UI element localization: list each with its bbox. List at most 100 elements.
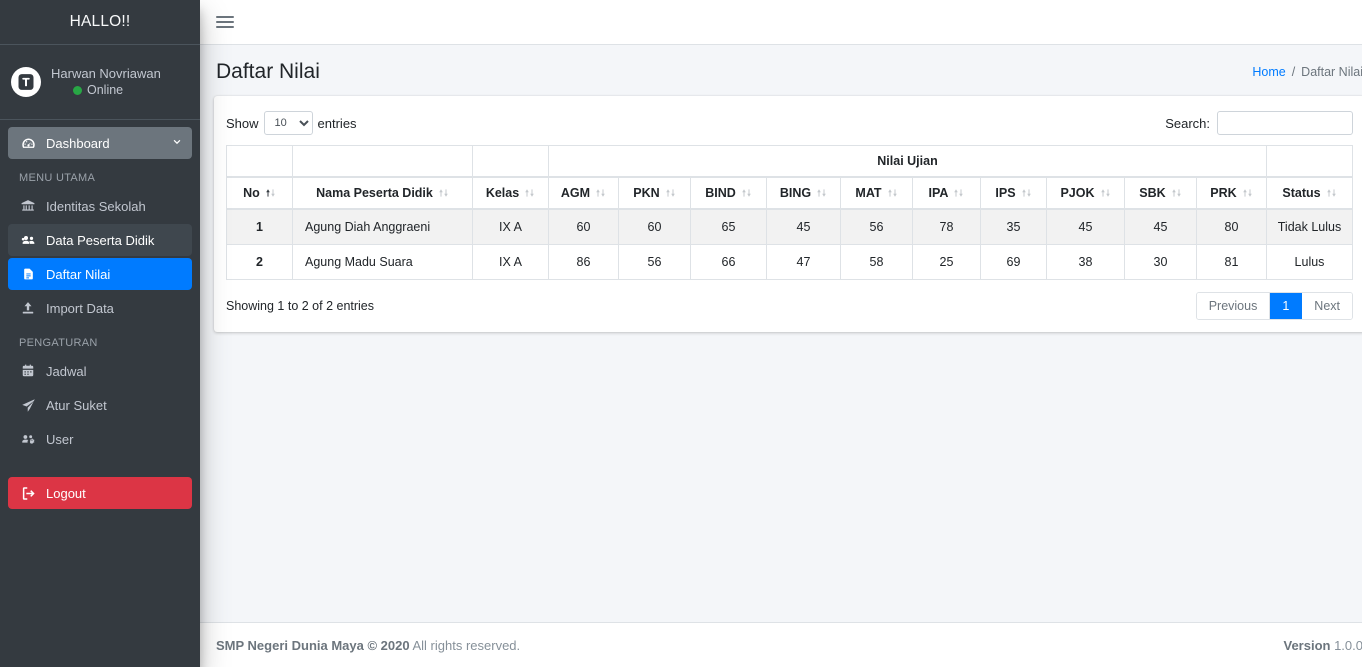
column-header-agm[interactable]: AGM — [549, 177, 619, 209]
sort-icon — [1242, 185, 1253, 199]
chevron-down-icon — [172, 137, 182, 150]
group-spacer-status — [1267, 146, 1353, 178]
page-title: Daftar Nilai — [216, 60, 320, 84]
cell-no: 1 — [227, 209, 293, 245]
sidebar-item-atur-suket[interactable]: Atur Suket — [8, 389, 192, 421]
top-navbar — [200, 0, 1362, 45]
cell-pjok: 45 — [1047, 209, 1125, 245]
logout-button[interactable]: Logout — [8, 477, 192, 509]
column-header-status[interactable]: Status — [1267, 177, 1353, 209]
column-header-label: IPA — [929, 186, 949, 200]
pagination-page-1[interactable]: 1 — [1270, 293, 1302, 319]
column-header-label: BIND — [705, 186, 736, 200]
datatable-card: Show 102550100 entries Search: — [214, 96, 1362, 332]
cell-agm: 86 — [549, 245, 619, 280]
search-input[interactable] — [1217, 111, 1353, 135]
logout-label: Logout — [46, 486, 86, 501]
sort-icon — [1100, 185, 1111, 199]
table-row[interactable]: 2Agung Madu SuaraIX A8656664758256938308… — [227, 245, 1353, 280]
sidebar-section-settings: PENGATURAN — [8, 326, 192, 355]
hamburger-icon[interactable] — [216, 13, 234, 31]
footer-copyright: SMP Negeri Dunia Maya © 2020 All rights … — [216, 638, 520, 653]
column-header-sbk[interactable]: SBK — [1125, 177, 1197, 209]
sign-out-icon — [18, 486, 38, 501]
table-body: 1Agung Diah AnggraeniIX A606065455678354… — [227, 209, 1353, 280]
datatable-info: Showing 1 to 2 of 2 entries — [226, 299, 374, 313]
sidebar-item-daftar-nilai[interactable]: Daftar Nilai — [8, 258, 192, 290]
column-header-ips[interactable]: IPS — [981, 177, 1047, 209]
paper-plane-icon — [18, 398, 38, 413]
cell-bing: 45 — [767, 209, 841, 245]
sidebar-item-label: Atur Suket — [46, 398, 107, 413]
footer-version: Version 1.0.0 — [1283, 638, 1362, 653]
column-header-label: PJOK — [1060, 186, 1094, 200]
sidebar-item-label: Identitas Sekolah — [46, 199, 146, 214]
tachometer-icon — [18, 136, 38, 151]
users-cog-icon — [18, 432, 38, 447]
avatar — [11, 67, 41, 97]
sidebar-item-label: Dashboard — [46, 136, 110, 151]
sidebar-item-label: Daftar Nilai — [46, 267, 110, 282]
cell-kelas: IX A — [473, 209, 549, 245]
user-panel[interactable]: Harwan Novriawan Online — [0, 45, 200, 120]
sidebar-item-label: User — [46, 432, 73, 447]
sort-icon — [595, 185, 606, 199]
cell-sbk: 30 — [1125, 245, 1197, 280]
column-header-label: AGM — [561, 186, 590, 200]
cell-prk: 81 — [1197, 245, 1267, 280]
cell-sbk: 45 — [1125, 209, 1197, 245]
sidebar-item-user[interactable]: User — [8, 423, 192, 455]
sidebar-section-main: MENU UTAMA — [8, 161, 192, 190]
cell-status: Tidak Lulus — [1267, 209, 1353, 245]
content-header: Daftar Nilai Home / Daftar Nilai — [200, 45, 1362, 96]
sort-icon — [438, 185, 449, 199]
sidebar-item-jadwal[interactable]: Jadwal — [8, 355, 192, 387]
column-header-kelas[interactable]: Kelas — [473, 177, 549, 209]
cell-bind: 65 — [691, 209, 767, 245]
column-header-nama[interactable]: Nama Peserta Didik — [293, 177, 473, 209]
pagination: Previous 1 Next — [1196, 292, 1353, 320]
file-alt-icon — [18, 267, 38, 281]
group-header-nilai-ujian: Nilai Ujian — [549, 146, 1267, 178]
column-header-pkn[interactable]: PKN — [619, 177, 691, 209]
cell-bind: 66 — [691, 245, 767, 280]
column-header-no[interactable]: No — [227, 177, 293, 209]
cell-bing: 47 — [767, 245, 841, 280]
brand-title: HALLO!! — [0, 0, 200, 45]
sort-icon — [1171, 185, 1182, 199]
column-header-bing[interactable]: BING — [767, 177, 841, 209]
cell-status: Lulus — [1267, 245, 1353, 280]
column-header-label: SBK — [1139, 186, 1165, 200]
sidebar-item-import-data[interactable]: Import Data — [8, 292, 192, 324]
breadcrumb-home-link[interactable]: Home — [1252, 65, 1285, 79]
cell-agm: 60 — [549, 209, 619, 245]
table-group-header-row: Nilai Ujian — [227, 146, 1353, 178]
cell-ipa: 25 — [913, 245, 981, 280]
cell-pjok: 38 — [1047, 245, 1125, 280]
column-header-prk[interactable]: PRK — [1197, 177, 1267, 209]
sort-icon — [741, 185, 752, 199]
sort-icon — [1326, 185, 1337, 199]
sidebar-item-dashboard[interactable]: Dashboard — [8, 127, 192, 159]
user-name: Harwan Novriawan — [51, 65, 161, 83]
column-header-bind[interactable]: BIND — [691, 177, 767, 209]
group-spacer-kelas — [473, 146, 549, 178]
pagination-next[interactable]: Next — [1302, 293, 1352, 319]
breadcrumb-separator: / — [1292, 65, 1295, 79]
breadcrumb: Home / Daftar Nilai — [1252, 65, 1362, 79]
column-header-pjok[interactable]: PJOK — [1047, 177, 1125, 209]
group-spacer-nama — [293, 146, 473, 178]
sidebar-item-identitas-sekolah[interactable]: Identitas Sekolah — [8, 190, 192, 222]
nilai-table: Nilai Ujian No Nama Peserta Didik Kelas AGM… — [226, 145, 1353, 280]
column-header-mat[interactable]: MAT — [841, 177, 913, 209]
footer-copyright-rest: All rights reserved. — [413, 638, 521, 653]
sidebar-item-data-peserta-didik[interactable]: Data Peserta Didik — [8, 224, 192, 256]
sort-icon — [887, 185, 898, 199]
column-header-label: Kelas — [486, 186, 519, 200]
table-row[interactable]: 1Agung Diah AnggraeniIX A606065455678354… — [227, 209, 1353, 245]
column-header-ipa[interactable]: IPA — [913, 177, 981, 209]
column-header-label: No — [243, 186, 260, 200]
pagination-previous[interactable]: Previous — [1197, 293, 1271, 319]
page-length-select[interactable]: 102550100 — [264, 111, 313, 135]
content-body: Show 102550100 entries Search: — [200, 96, 1362, 622]
